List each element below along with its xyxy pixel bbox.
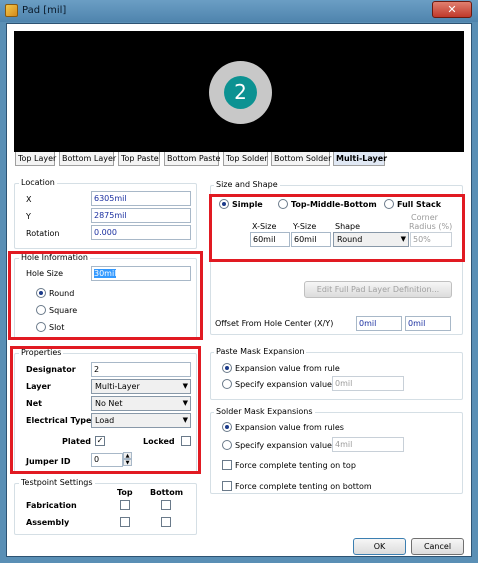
fabrication-bottom-checkbox[interactable] (161, 500, 171, 510)
tab-top-layer[interactable]: Top Layer (15, 152, 56, 166)
tab-multi-layer[interactable]: Multi-Layer (333, 152, 387, 166)
testpoint-title: Testpoint Settings (19, 478, 95, 487)
assembly-top-checkbox[interactable] (120, 517, 130, 527)
paste-mask-title: Paste Mask Expansion (214, 347, 307, 356)
tent-bottom-checkbox[interactable] (222, 481, 232, 491)
solder-specify-label: Specify expansion value (235, 441, 332, 450)
fabrication-top-checkbox[interactable] (120, 500, 130, 510)
size-shape-title: Size and Shape (214, 180, 280, 189)
paste-from-rule-label: Expansion value from rule (235, 364, 340, 373)
location-title: Location (19, 178, 57, 187)
solder-specify-radio[interactable] (222, 440, 232, 450)
tent-bottom-label: Force complete tenting on bottom (235, 482, 372, 491)
paste-specify-radio[interactable] (222, 379, 232, 389)
tab-top-paste[interactable]: Top Paste (118, 152, 160, 166)
offset-y-input[interactable]: 0mil (405, 316, 451, 331)
tab-top-solder[interactable]: Top Solder (223, 152, 268, 166)
title-bar[interactable]: Pad [mil] ✕ (0, 0, 478, 22)
fabrication-label: Fabrication (26, 501, 77, 510)
solder-mask-title: Solder Mask Expansions (214, 407, 315, 416)
window-title: Pad [mil] (22, 5, 67, 16)
pad-number: 2 (224, 76, 257, 109)
tab-bottom-paste[interactable]: Bottom Paste (164, 152, 220, 166)
close-button[interactable]: ✕ (432, 1, 472, 18)
rotation-label: Rotation (26, 229, 60, 238)
testpoint-top-header: Top (117, 488, 133, 497)
pad-dialog-window: Pad [mil] ✕ 2 Top Layer Bottom Layer Top… (0, 0, 478, 563)
tab-bottom-layer[interactable]: Bottom Layer (59, 152, 116, 166)
tent-top-label: Force complete tenting on top (235, 461, 356, 470)
y-label: Y (26, 212, 31, 221)
offset-x-input[interactable]: 0mil (356, 316, 402, 331)
paste-specify-label: Specify expansion value (235, 380, 332, 389)
assembly-label: Assembly (26, 518, 70, 527)
app-icon (5, 4, 18, 17)
properties-highlight (10, 346, 201, 474)
tab-bottom-solder[interactable]: Bottom Solder (271, 152, 331, 166)
hole-info-highlight (8, 251, 203, 340)
edit-full-pad-layer-button[interactable]: Edit Full Pad Layer Definition... (304, 281, 452, 298)
solder-from-rules-label: Expansion value from rules (235, 423, 344, 432)
solder-from-rules-radio[interactable] (222, 422, 232, 432)
x-label: X (26, 195, 32, 204)
y-input[interactable]: 2875mil (91, 208, 191, 223)
rotation-input[interactable]: 0.000 (91, 225, 191, 240)
size-shape-highlight (209, 194, 465, 262)
tent-top-checkbox[interactable] (222, 460, 232, 470)
offset-label: Offset From Hole Center (X/Y) (215, 319, 334, 328)
testpoint-bottom-header: Bottom (150, 488, 184, 497)
assembly-bottom-checkbox[interactable] (161, 517, 171, 527)
pad-preview: 2 (14, 31, 464, 152)
paste-from-rule-radio[interactable] (222, 363, 232, 373)
cancel-button[interactable]: Cancel (411, 538, 464, 555)
x-input[interactable]: 6305mil (91, 191, 191, 206)
ok-button[interactable]: OK (353, 538, 406, 555)
solder-value-input[interactable]: 4mil (332, 437, 404, 452)
dialog-client-area: 2 Top Layer Bottom Layer Top Paste Botto… (6, 23, 472, 557)
paste-value-input[interactable]: 0mil (332, 376, 404, 391)
